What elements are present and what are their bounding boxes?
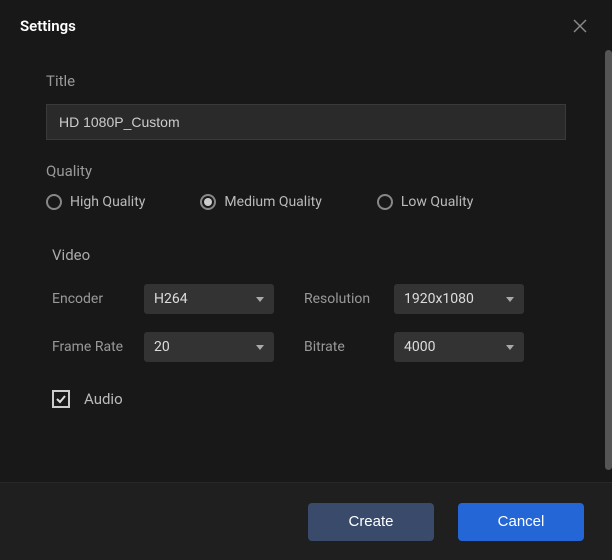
quality-label: Quality (46, 162, 566, 180)
radio-medium-quality[interactable]: Medium Quality (200, 194, 321, 210)
title-label: Title (46, 72, 566, 90)
chevron-down-icon (506, 345, 514, 350)
title-input[interactable] (46, 104, 566, 140)
video-section: Video Encoder H264 Resolution 1920x1080 … (46, 246, 566, 408)
video-section-label: Video (46, 246, 566, 264)
bitrate-label: Bitrate (304, 339, 394, 355)
create-button[interactable]: Create (308, 503, 434, 541)
resolution-select[interactable]: 1920x1080 (394, 284, 524, 314)
radio-label: Medium Quality (224, 194, 321, 210)
check-icon (55, 393, 67, 405)
radio-icon (377, 194, 393, 210)
framerate-label: Frame Rate (52, 339, 144, 355)
cancel-button[interactable]: Cancel (458, 503, 584, 541)
radio-low-quality[interactable]: Low Quality (377, 194, 474, 210)
chevron-down-icon (256, 345, 264, 350)
audio-row: Audio (46, 390, 566, 408)
settings-modal: Settings Title Quality High Quality Medi… (0, 0, 612, 560)
select-value: 4000 (404, 339, 435, 355)
encoder-label: Encoder (52, 291, 144, 307)
scrollbar[interactable] (605, 50, 612, 470)
video-row-1: Encoder H264 Resolution 1920x1080 (46, 284, 566, 314)
resolution-label: Resolution (304, 291, 394, 307)
chevron-down-icon (256, 297, 264, 302)
select-value: 20 (154, 339, 170, 355)
modal-footer: Create Cancel (0, 482, 612, 560)
audio-label: Audio (84, 390, 123, 408)
bitrate-select[interactable]: 4000 (394, 332, 524, 362)
framerate-select[interactable]: 20 (144, 332, 274, 362)
close-button[interactable] (568, 14, 592, 38)
modal-header: Settings (0, 0, 612, 52)
chevron-down-icon (506, 297, 514, 302)
close-icon (573, 19, 587, 33)
radio-label: Low Quality (401, 194, 474, 210)
radio-label: High Quality (70, 194, 145, 210)
radio-icon (46, 194, 62, 210)
radio-high-quality[interactable]: High Quality (46, 194, 145, 210)
video-row-2: Frame Rate 20 Bitrate 4000 (46, 332, 566, 362)
radio-icon (200, 194, 216, 210)
modal-content: Title Quality High Quality Medium Qualit… (0, 52, 612, 482)
select-value: H264 (154, 291, 188, 307)
audio-checkbox[interactable] (52, 390, 70, 408)
select-value: 1920x1080 (404, 291, 474, 307)
quality-radio-group: High Quality Medium Quality Low Quality (46, 194, 566, 210)
modal-title: Settings (20, 17, 76, 35)
encoder-select[interactable]: H264 (144, 284, 274, 314)
